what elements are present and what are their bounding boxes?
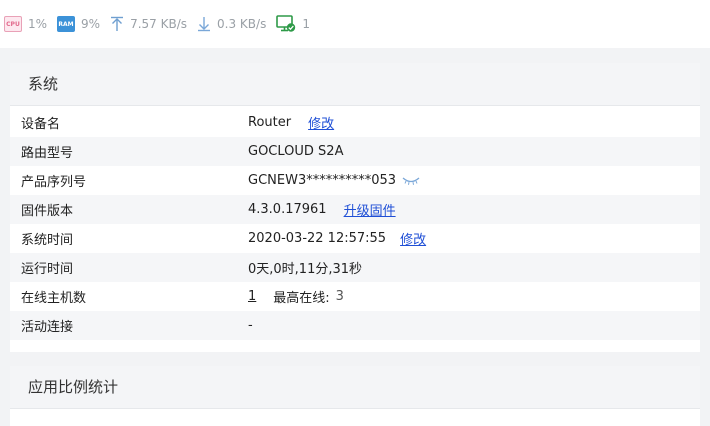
max-online-value: 3 [335,289,344,304]
row-value: GCNEW3**********053 [248,173,420,188]
firmware-version-value: 4.3.0.17961 [248,202,327,217]
ram-usage: RAM 9% [57,16,100,32]
online-hosts-link[interactable]: 1 [248,289,256,304]
system-card-title: 系统 [10,63,700,106]
ram-value: 9% [81,17,101,31]
row-label: 路由型号 [21,146,74,161]
system-time-value: 2020-03-22 12:57:55 [248,231,387,246]
system-info-list: 设备名 Router 修改 路由型号 GOCLOUD S2A 产品序列号 GCN… [10,106,700,340]
row-label: 系统时间 [21,233,74,248]
row-system-time: 系统时间 2020-03-22 12:57:55 修改 [10,224,700,253]
max-online-label: 最高在线: [273,291,330,306]
edit-device-name-link[interactable]: 修改 [308,113,334,132]
ram-icon: RAM [57,16,76,32]
router-model-value: GOCLOUD S2A [248,144,344,159]
row-online-hosts: 在线主机数 1 最高在线: 3 [10,282,700,311]
online-clients: 1 [276,15,310,33]
edit-system-time-link[interactable]: 修改 [400,229,426,248]
row-value: 2020-03-22 12:57:55 修改 [248,229,426,248]
upgrade-firmware-link[interactable]: 升级固件 [344,200,396,219]
upload-value: 7.57 KB/s [130,17,188,31]
upload-arrow-icon [111,16,124,31]
cpu-value: 1% [28,17,48,31]
upload-rate: 7.57 KB/s [110,16,187,32]
status-bar: CPU 1% RAM 9% 7.57 KB/s 0.3 KB/s 1 [0,0,710,48]
device-name-value: Router [248,115,292,130]
row-active-connections: 活动连接 - [10,311,700,340]
uptime-value: 0天,0时,11分,31秒 [248,262,363,277]
monitor-check-icon [276,15,296,32]
clients-value: 1 [302,17,310,31]
row-router-model: 路由型号 GOCLOUD S2A [10,137,700,166]
cpu-icon: CPU [4,16,22,32]
app-stats-card: 应用比例统计 [10,366,700,426]
cpu-usage: CPU 1% [4,16,47,32]
row-label: 固件版本 [21,204,74,219]
download-arrow-icon [198,17,211,32]
row-label: 运行时间 [21,262,74,277]
row-firmware-version: 固件版本 4.3.0.17961 升级固件 [10,195,700,224]
row-label: 在线主机数 [21,291,87,306]
row-serial-number: 产品序列号 GCNEW3**********053 [10,166,700,195]
row-label: 产品序列号 [21,175,87,190]
row-value: 4.3.0.17961 升级固件 [248,200,396,219]
download-rate: 0.3 KB/s [197,16,266,32]
row-label: 设备名 [21,117,61,132]
row-value: Router 修改 [248,113,334,132]
system-card: 系统 设备名 Router 修改 路由型号 GOCLOUD S2A 产品序列号 … [10,63,700,352]
app-stats-card-title: 应用比例统计 [10,366,700,409]
active-connections-value: - [248,318,253,333]
row-device-name: 设备名 Router 修改 [10,108,700,137]
row-label: 活动连接 [21,320,74,335]
download-value: 0.3 KB/s [217,17,267,31]
row-value: 1 最高在线: 3 [248,287,344,306]
closed-eye-icon[interactable] [402,176,420,186]
row-uptime: 运行时间 0天,0时,11分,31秒 [10,253,700,282]
serial-number-value: GCNEW3**********053 [248,173,397,188]
